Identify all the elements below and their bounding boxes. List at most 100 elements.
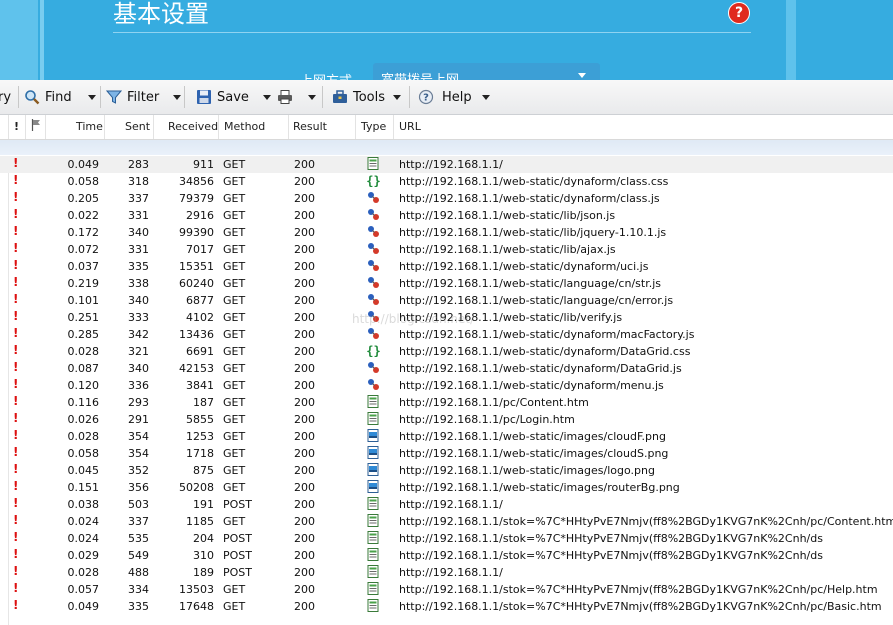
cell-sent: 503 [128, 498, 149, 511]
cell-url: http://192.168.1.1/stok=%7C*HHtyPvE7Nmjv… [399, 532, 823, 545]
cell-time: 0.101 [67, 294, 100, 307]
cell-time: 0.057 [67, 583, 100, 596]
cell-received: 6691 [186, 345, 214, 358]
exclamation-icon: ! [13, 173, 19, 187]
script-icon [367, 327, 381, 341]
table-row[interactable]: ! 0.072 331 7017 GET 200 http://192.168.1.1/we… [0, 241, 893, 258]
cell-received: 204 [193, 532, 214, 545]
filter-button[interactable]: Filter [106, 80, 182, 114]
chevron-down-icon[interactable] [481, 94, 490, 100]
table-row[interactable]: ! 0.120 336 3841 GET 200 http://192.168.1.1/we… [0, 377, 893, 394]
table-row[interactable]: ! 0.285 342 13436 GET 200 http://192.168.1.1/w… [0, 326, 893, 343]
table-row[interactable]: ! 0.028 488 189 POST 200 http://192.168.1.1/ [0, 564, 893, 581]
table-row[interactable]: ! 0.172 340 99390 GET 200 http://192.168.1.1/w… [0, 224, 893, 241]
column-divider[interactable] [355, 115, 356, 139]
tools-button[interactable]: Tools [332, 80, 402, 114]
column-header-time[interactable]: Time [76, 120, 103, 133]
flag-icon[interactable] [31, 119, 41, 134]
table-row[interactable]: ! 0.058 318 34856 GET 200 {} http://192.168.1.1… [0, 173, 893, 190]
table-row[interactable]: ! 0.038 503 191 POST 200 http://192.168.1.1/ [0, 496, 893, 513]
table-row[interactable]: ! 0.058 354 1718 GET 200 http://192.168.1.1/we… [0, 445, 893, 462]
cell-received: 191 [193, 498, 214, 511]
help-button[interactable]: ? Help [418, 80, 490, 114]
find-button[interactable]: Find [24, 80, 96, 114]
cell-received: 911 [193, 158, 214, 171]
save-button[interactable]: Save [196, 80, 271, 114]
chevron-down-icon[interactable] [393, 94, 402, 100]
background-router-page: 基本设置 ? 上网方式 宽带拨号上网 [0, 0, 893, 80]
cell-sent: 342 [128, 328, 149, 341]
table-row[interactable]: ! 0.057 334 13503 GET 200 http://192.168.1.1/s… [0, 581, 893, 598]
column-divider[interactable] [25, 115, 26, 139]
table-row[interactable]: ! 0.037 335 15351 GET 200 http://192.168.1.1/w… [0, 258, 893, 275]
table-row[interactable]: ! 0.116 293 187 GET 200 http://192.168.1.1/pc/… [0, 394, 893, 411]
column-header-received[interactable]: Received [168, 120, 218, 133]
cell-time: 0.029 [67, 549, 100, 562]
svg-text:{}: {} [367, 174, 380, 187]
exclamation-icon: ! [13, 564, 19, 578]
cell-sent: 340 [128, 362, 149, 375]
column-divider[interactable] [45, 115, 46, 139]
exclamation-icon: ! [13, 513, 19, 527]
print-button[interactable] [277, 80, 316, 114]
session-list[interactable]: ! 0.049 283 911 GET 200 http://192.168.1.1/! 0.… [0, 156, 893, 615]
column-divider[interactable] [153, 115, 154, 139]
table-row[interactable]: ! 0.024 337 1185 GET 200 http://192.168.1.1/st… [0, 513, 893, 530]
column-divider[interactable] [218, 115, 219, 139]
chevron-down-icon[interactable] [262, 94, 271, 100]
connection-type-value: 宽带拨号上网 [381, 69, 459, 80]
table-row[interactable]: ! 0.024 535 204 POST 200 http://192.168.1.1/st… [0, 530, 893, 547]
cell-received: 79379 [179, 192, 214, 205]
cell-method: GET [223, 430, 246, 443]
column-divider[interactable] [8, 115, 9, 139]
column-header-method[interactable]: Method [224, 120, 265, 133]
column-divider[interactable] [288, 115, 289, 139]
table-row[interactable]: ! 0.101 340 6877 GET 200 http://192.168.1.1/we… [0, 292, 893, 309]
history-button[interactable]: ry [0, 80, 11, 114]
table-row[interactable]: ! 0.045 352 875 GET 200 http://192.168.1.1/web… [0, 462, 893, 479]
table-row[interactable]: ! 0.028 321 6691 GET 200 {} http://192.168.1.1/… [0, 343, 893, 360]
table-row[interactable]: ! 0.029 549 310 POST 200 http://192.168.1.1/st… [0, 547, 893, 564]
chevron-down-icon[interactable] [87, 94, 96, 100]
cell-time: 0.024 [67, 515, 100, 528]
cell-url: http://192.168.1.1/web-static/lib/jquery… [399, 226, 667, 239]
column-divider[interactable] [393, 115, 394, 139]
column-divider[interactable] [104, 115, 105, 139]
cell-sent: 333 [128, 311, 149, 324]
chevron-down-icon[interactable] [308, 94, 316, 100]
column-header-url[interactable]: URL [399, 120, 421, 133]
table-row[interactable]: ! 0.028 354 1253 GET 200 http://192.168.1.1/we… [0, 428, 893, 445]
column-header-result[interactable]: Result [293, 120, 327, 133]
cell-time: 0.205 [67, 192, 100, 205]
table-row[interactable]: ! 0.026 291 5855 GET 200 http://192.168.1.1/pc… [0, 411, 893, 428]
table-row[interactable]: ! 0.205 337 79379 GET 200 http://192.168.1.1/w… [0, 190, 893, 207]
cell-sent: 337 [128, 192, 149, 205]
cell-sent: 356 [128, 481, 149, 494]
magnifier-icon [25, 90, 40, 105]
cell-url: http://192.168.1.1/web-static/dynaform/m… [399, 379, 664, 392]
title-divider [113, 32, 751, 33]
help-icon[interactable]: ? [728, 2, 750, 24]
cell-received: 17648 [179, 600, 214, 613]
cell-method: GET [223, 447, 246, 460]
cell-method: GET [223, 175, 246, 188]
table-row[interactable]: ! 0.049 335 17648 GET 200 http://192.168.1.1/s… [0, 598, 893, 615]
column-header-sent[interactable]: Sent [125, 120, 150, 133]
printer-icon [278, 90, 292, 104]
column-header-type[interactable]: Type [361, 120, 386, 133]
table-row[interactable]: ! 0.151 356 50208 GET 200 http://192.168.1.1/w… [0, 479, 893, 496]
connection-type-select[interactable]: 宽带拨号上网 [373, 63, 600, 80]
cell-method: GET [223, 396, 246, 409]
table-row[interactable]: ! 0.022 331 2916 GET 200 http://192.168.1.1/we… [0, 207, 893, 224]
cell-url: http://192.168.1.1/pc/Login.htm [399, 413, 575, 426]
table-row[interactable]: ! 0.049 283 911 GET 200 http://192.168.1.1/ [0, 156, 893, 173]
cell-received: 1185 [186, 515, 214, 528]
cell-received: 5855 [186, 413, 214, 426]
table-row[interactable]: ! 0.087 340 42153 GET 200 http://192.168.1.1/w… [0, 360, 893, 377]
column-header-exclamation[interactable]: ! [14, 120, 19, 133]
table-row[interactable]: ! 0.219 338 60240 GET 200 http://192.168.1.1/w… [0, 275, 893, 292]
cell-received: 13436 [179, 328, 214, 341]
chevron-down-icon[interactable] [173, 94, 182, 100]
cell-result: 200 [294, 447, 315, 460]
cell-received: 60240 [179, 277, 214, 290]
